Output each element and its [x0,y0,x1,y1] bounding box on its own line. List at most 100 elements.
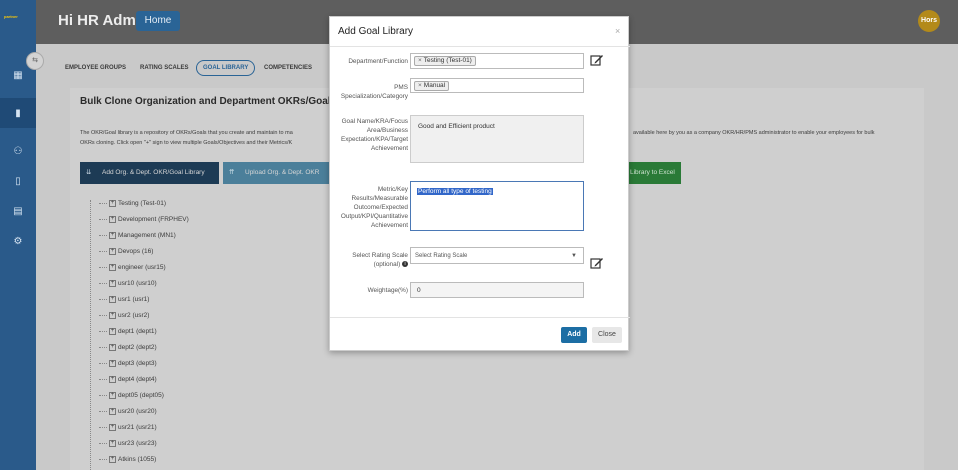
export-excel-button[interactable]: Library to Excel [626,162,681,184]
book-icon[interactable]: ▯ [11,176,25,188]
tree-node[interactable]: + engineer (usr15) [99,264,166,271]
tree-node-label: dept3 (dept3) [118,360,157,368]
collapse-sidebar-button[interactable]: ⇆ [26,52,44,70]
desc-line1-right: available here by you as a company OKR/H… [633,130,875,136]
dashboard-icon[interactable]: ▦ [11,70,25,82]
tree-node[interactable]: + usr21 (usr21) [99,424,157,431]
tree-node[interactable]: + dept1 (dept1) [99,328,157,335]
add-org-okr-button[interactable]: ⇊ Add Org. & Dept. OKR/Goal Library [80,162,219,184]
weightage-input[interactable]: 0 [410,282,584,298]
tree-connector [99,203,107,204]
expand-icon[interactable]: + [109,424,116,431]
tree-connector [99,251,107,252]
tree-node-label: dept4 (dept4) [118,376,157,384]
expand-icon[interactable]: + [109,360,116,367]
chip-remove-icon[interactable]: × [418,57,422,64]
avatar[interactable]: Hors [918,10,940,32]
edit-department-icon[interactable] [590,53,604,67]
expand-icon[interactable]: + [109,248,116,255]
tree-connector [99,299,107,300]
tab-goal-library[interactable]: GOAL LIBRARY [196,60,256,76]
tree-node-label: usr10 (usr10) [118,280,157,288]
tree-node[interactable]: + Development (FRPHEV) [99,216,189,223]
expand-icon[interactable]: + [109,328,116,335]
expand-icon[interactable]: + [109,296,116,303]
pms-chip-text: Manual [423,82,446,89]
expand-icon[interactable]: + [109,344,116,351]
expand-icon[interactable]: + [109,312,116,319]
desc-line1: The OKR/Goal library is a repository of … [80,130,293,136]
expand-icon[interactable]: + [109,440,116,447]
tree-connector [99,283,107,284]
tree-connector [99,347,107,348]
goal-name-label: Goal Name/KRA/Focus Area/Business Expect… [340,118,408,152]
close-icon[interactable]: × [615,26,620,36]
tree-connector [99,219,107,220]
pms-multiselect[interactable]: × Manual [410,78,584,93]
modal-header-divider [330,46,630,47]
brand-logo: partner [4,14,18,19]
tree-node[interactable]: + usr2 (usr2) [99,312,149,319]
chevron-down-icon: ▼ [571,253,577,259]
expand-icon[interactable]: + [109,456,116,463]
tree-node-label: dept2 (dept2) [118,344,157,352]
edit-rating-scale-icon[interactable] [590,256,604,270]
tab-rating-scales[interactable]: RATING SCALES [140,60,189,76]
goal-name-value: Good and Efficient product [418,123,495,130]
tree-connector [99,459,107,460]
rating-scale-label-text: Select Rating Scale (optional) [352,252,408,268]
chip-remove-icon[interactable]: × [418,82,422,89]
tree-node[interactable]: + Management (MN1) [99,232,176,239]
upload-okr-label: Upload Org. & Dept. OKR [245,169,320,176]
weightage-label: Weightage(%) [367,287,408,294]
tree-connector [99,267,107,268]
expand-icon[interactable]: + [109,376,116,383]
tree-node-label: usr1 (usr1) [118,296,150,304]
department-chip-text: Testing (Test-01) [423,57,472,64]
tree-connector [99,331,107,332]
upload-okr-button[interactable]: ⇈ Upload Org. & Dept. OKR [223,162,333,184]
tab-employee-groups[interactable]: EMPLOYEE GROUPS [65,60,126,76]
desc-line2: OKRs cloning. Click open "+" sign to vie… [80,140,293,146]
tree-node[interactable]: + dept4 (dept4) [99,376,157,383]
users-icon[interactable]: ⚇ [11,146,25,158]
tree-node[interactable]: + usr10 (usr10) [99,280,157,287]
expand-icon[interactable]: + [109,280,116,287]
expand-icon[interactable]: + [109,264,116,271]
expand-icon[interactable]: + [109,232,116,239]
rating-scale-placeholder: Select Rating Scale [415,253,468,259]
close-button[interactable]: Close [592,327,622,343]
expand-icon[interactable]: + [109,392,116,399]
tree-node[interactable]: + usr1 (usr1) [99,296,149,303]
tree-node-label: Management (MN1) [118,232,176,240]
settings-icon[interactable]: ⚙ [11,236,25,248]
tree-node[interactable]: + Atkins (1055) [99,456,156,463]
tree-node[interactable]: + Testing (Test-01) [99,200,166,207]
goal-name-textarea[interactable]: Good and Efficient product [410,115,584,163]
goal-library-icon[interactable]: ▮ [11,108,25,120]
department-multiselect[interactable]: × Testing (Test-01) [410,53,584,69]
expand-icon[interactable]: + [109,216,116,223]
add-goal-library-modal: Add Goal Library × Department/Function ×… [329,16,630,351]
expand-icon[interactable]: + [109,408,116,415]
tree-node[interactable]: + Devops (16) [99,248,153,255]
tree-node[interactable]: + dept05 (dept05) [99,392,164,399]
tree-node-label: usr23 (usr23) [118,440,157,448]
tree-connector [99,363,107,364]
rating-scale-select[interactable]: Select Rating Scale ▼ [410,247,584,264]
tab-competencies[interactable]: COMPETENCIES [264,60,312,76]
tree-node-label: Testing (Test-01) [118,200,167,208]
reports-icon[interactable]: ▤ [11,206,25,218]
metric-textarea[interactable]: Perform all type of testing [410,181,584,231]
tree-node[interactable]: + usr20 (usr20) [99,408,157,415]
expand-icon[interactable]: + [109,200,116,207]
tree-node[interactable]: + dept2 (dept2) [99,344,157,351]
tree-node[interactable]: + usr23 (usr23) [99,440,157,447]
add-button[interactable]: Add [561,327,587,343]
department-chip: × Testing (Test-01) [414,56,476,66]
tree-connector [99,395,107,396]
info-icon[interactable]: i [402,261,408,268]
tree-node[interactable]: + dept3 (dept3) [99,360,157,367]
home-button[interactable]: Home [136,11,180,31]
modal-footer-divider [330,317,630,318]
